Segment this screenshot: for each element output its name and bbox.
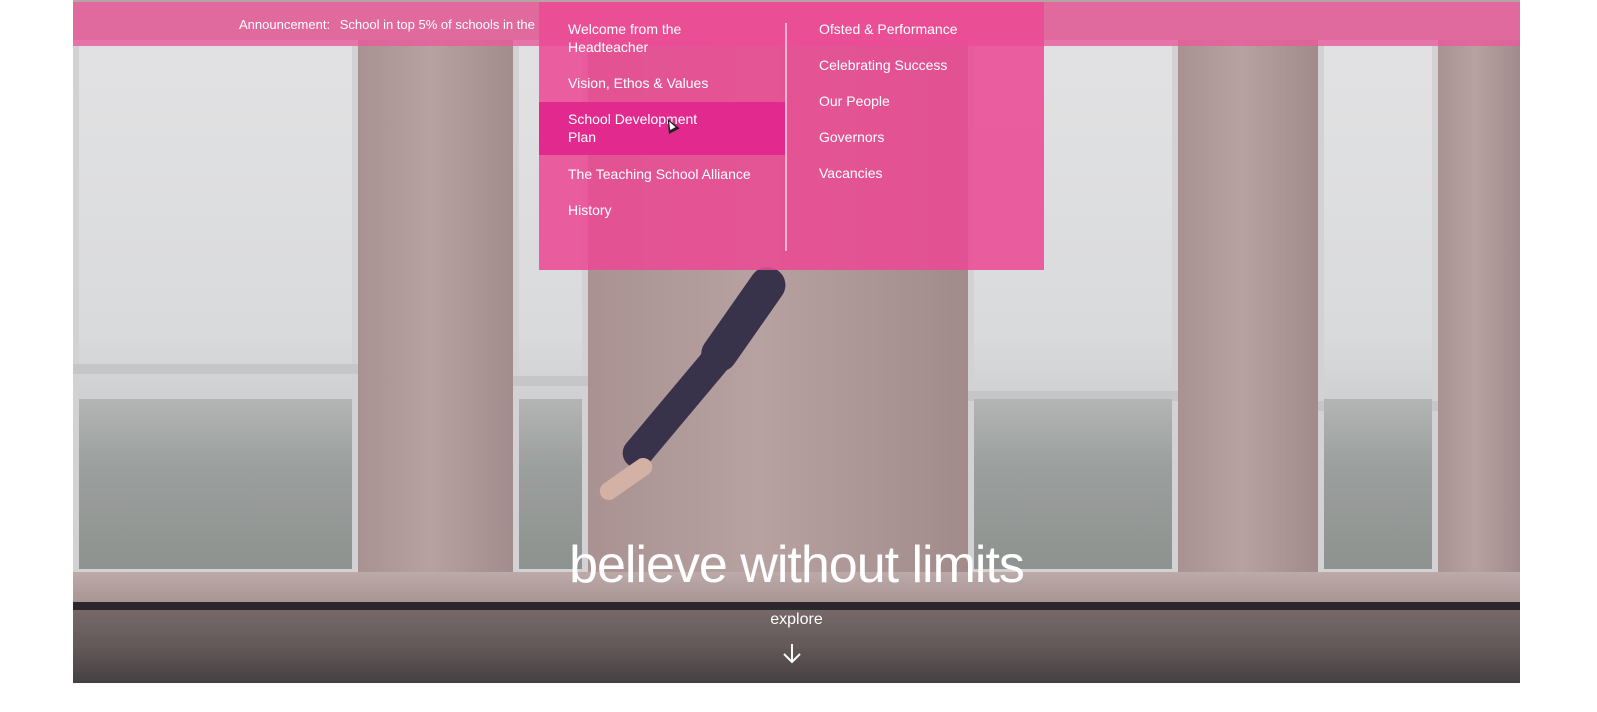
menu-item-history[interactable]: History — [539, 201, 785, 219]
dropdown-left-column: Welcome from the Headteacher Vision, Eth… — [539, 20, 785, 237]
announcement-text[interactable]: Announcement: School in top 5% of school… — [239, 17, 535, 32]
dropdown-right-column: Ofsted & Performance Celebrating Success… — [819, 20, 1039, 200]
explore-link[interactable]: explore — [73, 611, 1520, 629]
menu-item-school-development-plan[interactable]: School Development Plan — [539, 102, 785, 155]
menu-item-welcome-from-headteacher[interactable]: Welcome from the Headteacher — [539, 20, 777, 56]
arrow-down-icon[interactable] — [781, 642, 803, 666]
dropdown-divider — [785, 23, 787, 251]
announcement-message: School in top 5% of schools in the — [339, 17, 535, 32]
menu-item-our-people[interactable]: Our People — [819, 92, 1039, 110]
menu-item-governors[interactable]: Governors — [819, 128, 1039, 146]
about-dropdown-menu: Welcome from the Headteacher Vision, Eth… — [539, 2, 1044, 270]
menu-item-vision-ethos-values[interactable]: Vision, Ethos & Values — [539, 74, 785, 92]
hero-tagline: believe without limits — [569, 536, 1025, 594]
page-frame: Announcement: School in top 5% of school… — [73, 0, 1520, 683]
menu-item-teaching-school-alliance[interactable]: The Teaching School Alliance — [539, 165, 785, 183]
menu-item-vacancies[interactable]: Vacancies — [819, 164, 1039, 182]
menu-item-celebrating-success[interactable]: Celebrating Success — [819, 56, 1039, 74]
menu-item-ofsted-performance[interactable]: Ofsted & Performance — [819, 20, 1039, 38]
menu-item-label: School Development Plan — [568, 111, 698, 145]
announcement-label: Announcement: — [239, 17, 331, 32]
